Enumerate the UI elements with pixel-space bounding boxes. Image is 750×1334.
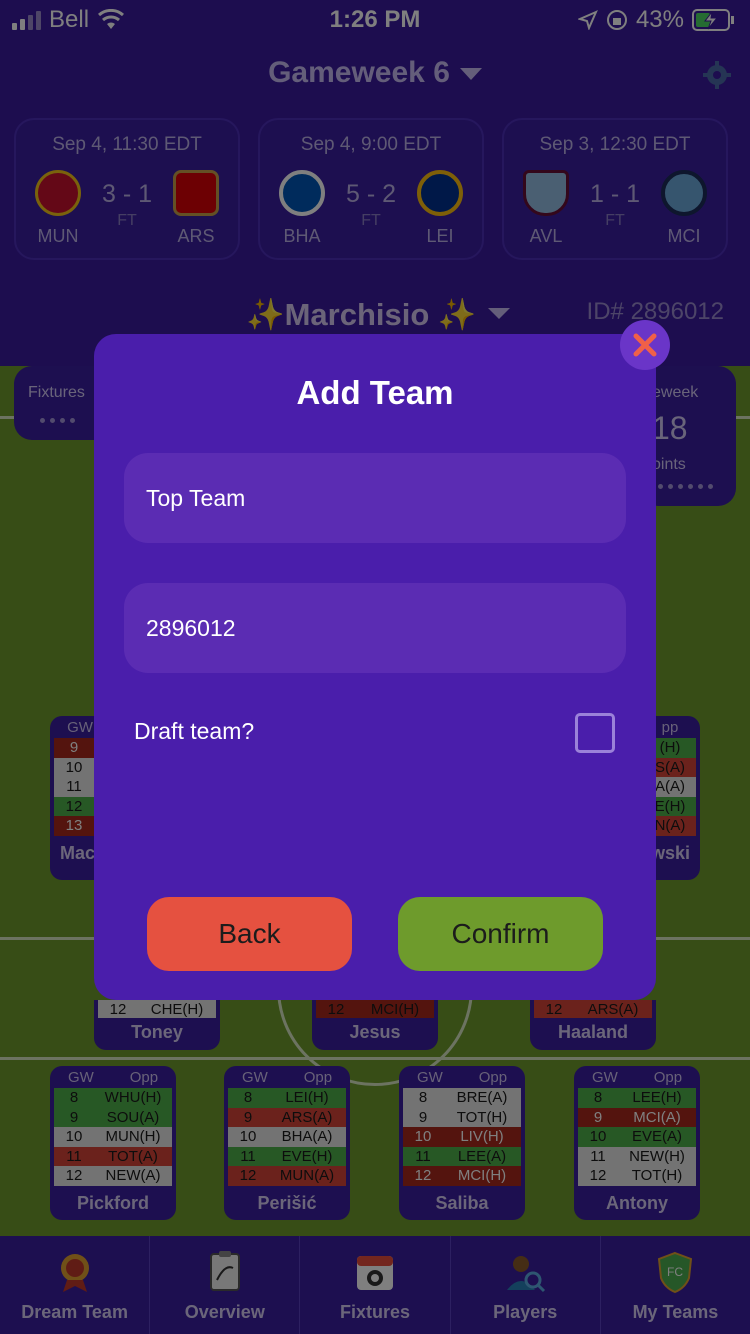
draft-team-checkbox[interactable] <box>575 713 615 753</box>
team-id-field[interactable] <box>124 583 626 673</box>
add-team-dialog: Add Team Draft team? Back Confirm <box>94 334 656 1000</box>
dialog-title: Add Team <box>296 374 454 411</box>
back-button[interactable]: Back <box>147 897 352 971</box>
back-button-label: Back <box>218 918 281 949</box>
confirm-button-label: Confirm <box>451 918 550 949</box>
close-icon <box>633 333 657 357</box>
close-dialog-button[interactable] <box>620 320 670 370</box>
team-name-field[interactable] <box>124 453 626 543</box>
draft-team-label: Draft team? <box>134 718 255 744</box>
confirm-button[interactable]: Confirm <box>398 897 603 971</box>
